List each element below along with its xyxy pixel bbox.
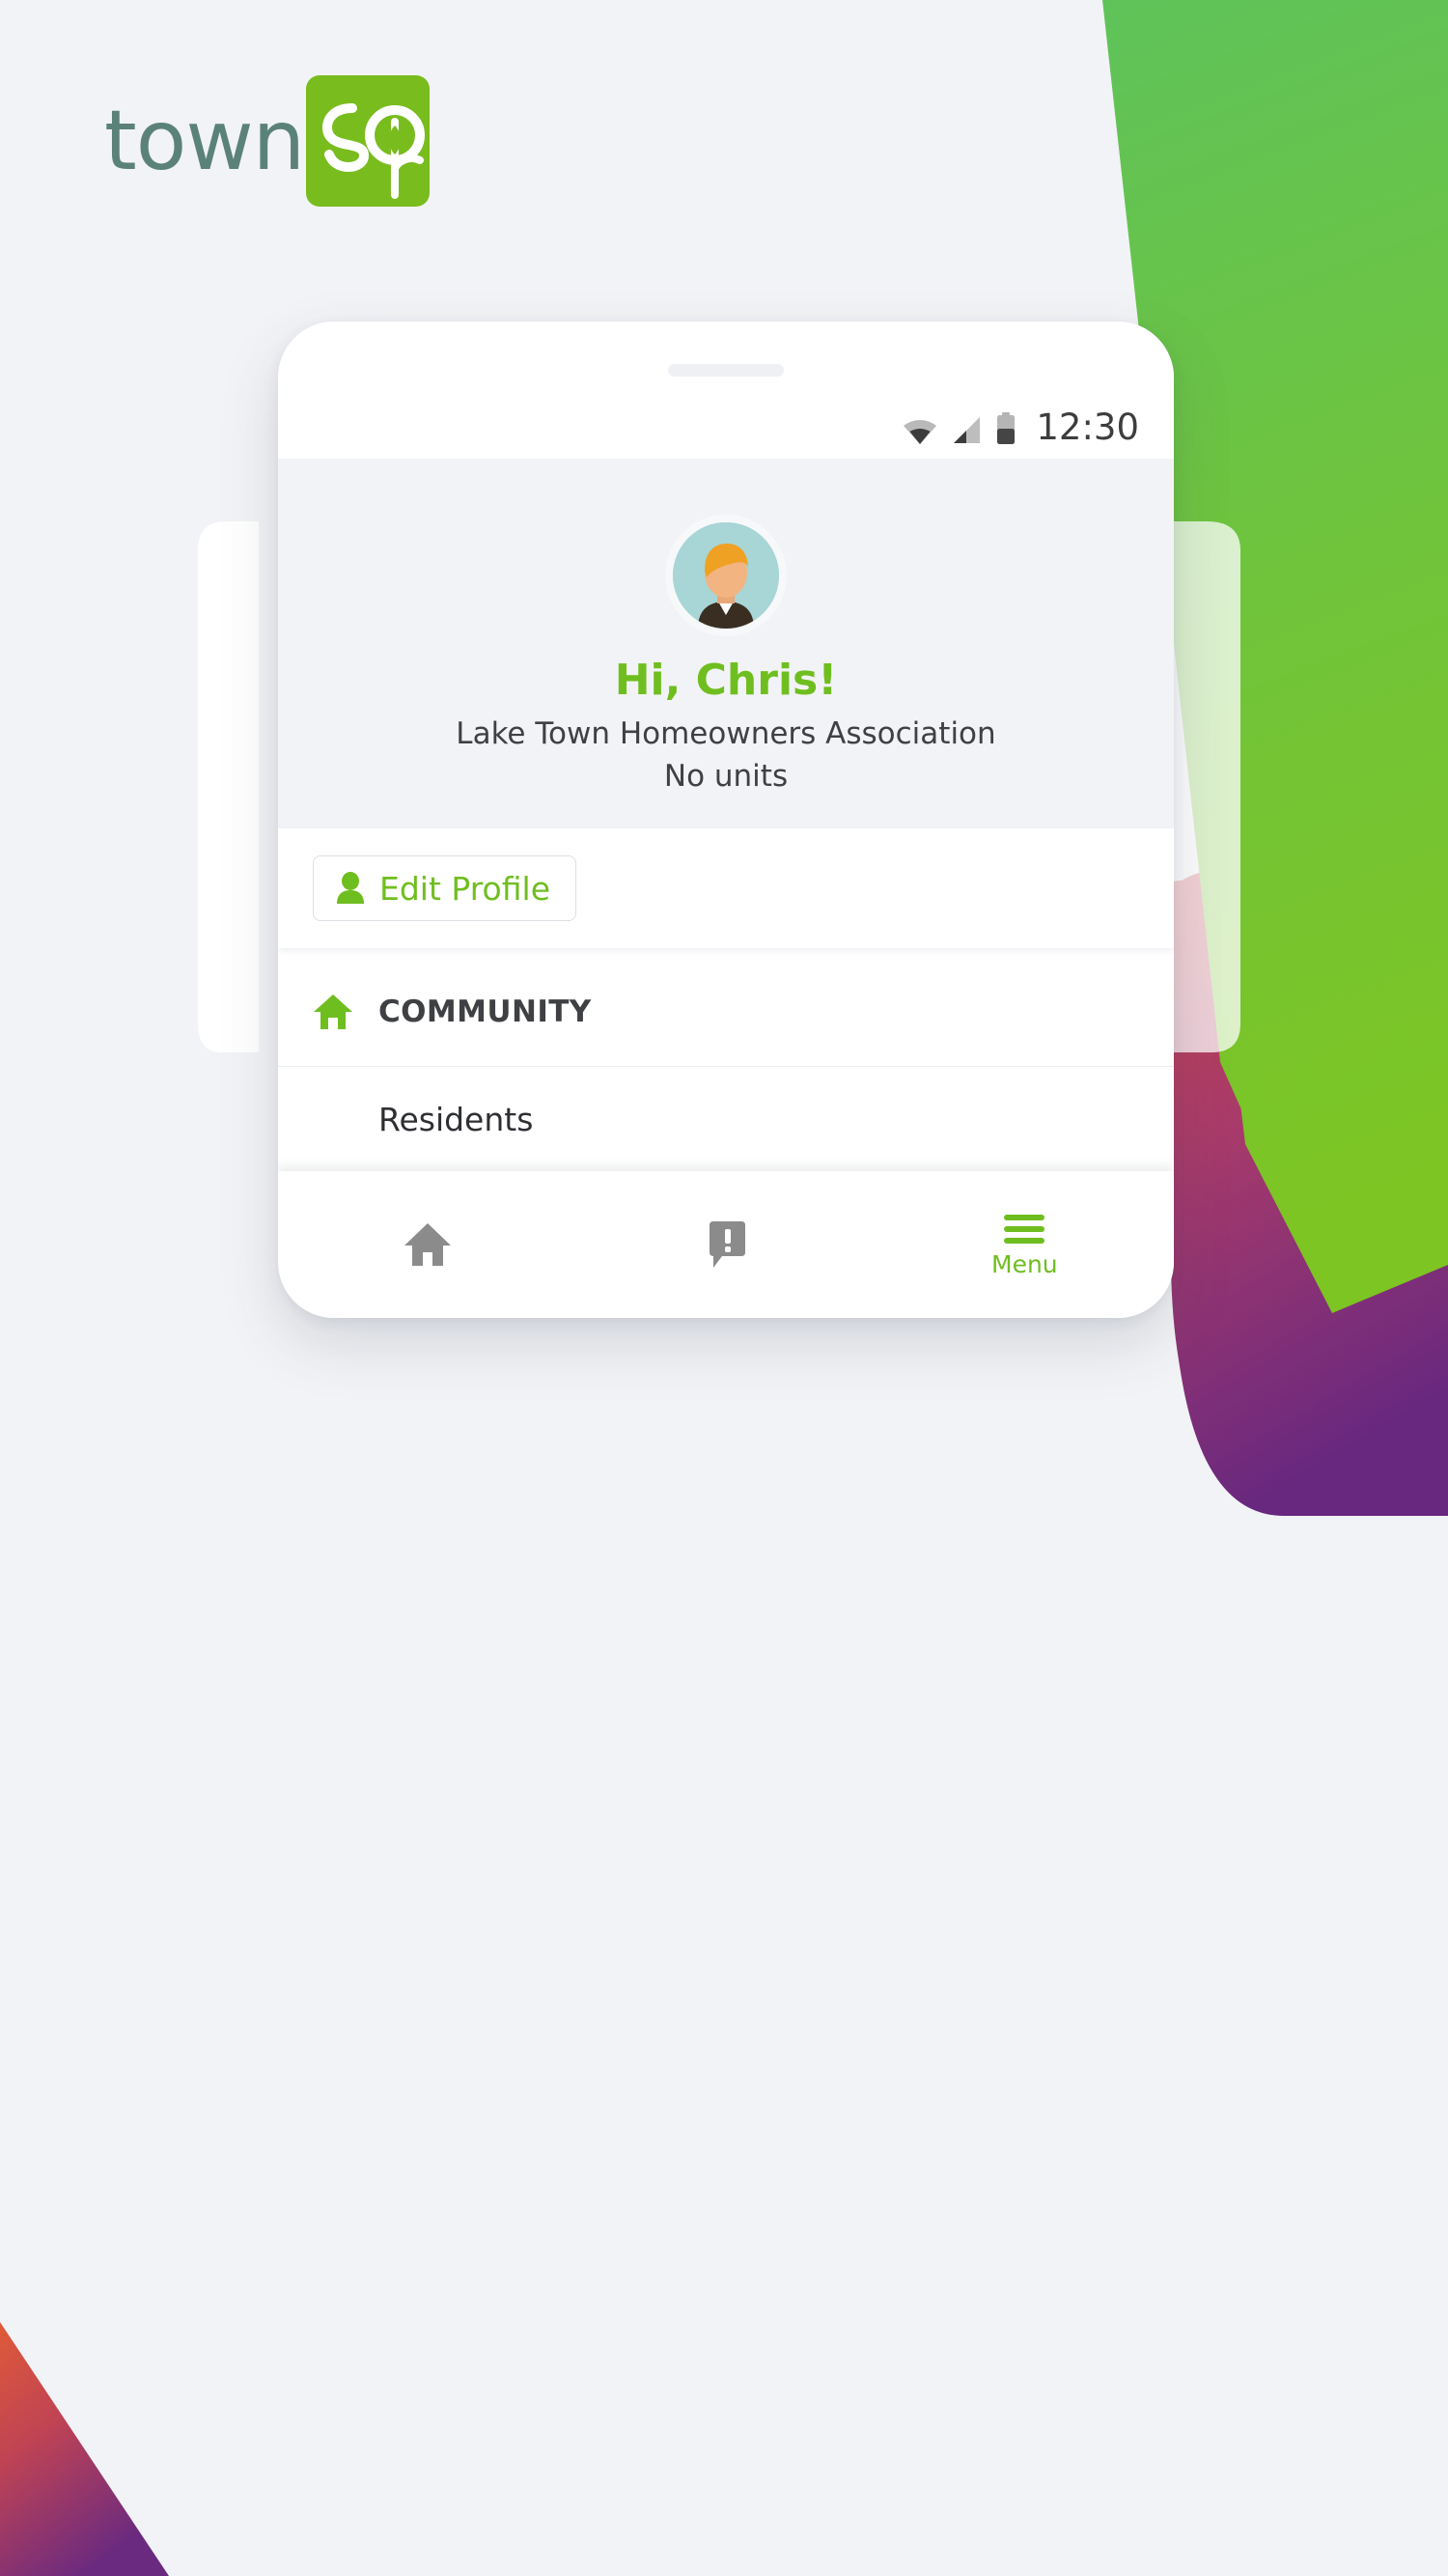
section-label: COMMUNITY: [378, 994, 592, 1029]
greeting-text: Hi, Chris!: [614, 656, 838, 705]
edit-profile-card: Edit Profile: [278, 828, 1174, 949]
phone-mockup: 12:30 Hi, Chris! Lake Town Homeowners As…: [278, 322, 1174, 1318]
tree-sprout-icon: [322, 103, 426, 199]
logo-mark-square: [306, 75, 431, 207]
menu-item-label: Residents: [378, 1101, 534, 1139]
backdrop-card-right: [1174, 521, 1240, 1052]
avatar[interactable]: [673, 522, 779, 629]
profile-header: Hi, Chris! Lake Town Homeowners Associat…: [278, 459, 1174, 829]
edit-profile-label: Edit Profile: [379, 869, 551, 908]
nav-item-menu[interactable]: Menu: [876, 1171, 1174, 1318]
status-bar: 12:30: [278, 322, 1174, 459]
alert-bubble-icon: [709, 1221, 745, 1268]
signal-icon: [954, 417, 981, 443]
battery-icon: [997, 412, 1016, 444]
home-icon: [311, 993, 355, 1031]
menu-section-community: COMMUNITY: [278, 958, 1174, 1066]
phone-speaker: [668, 364, 784, 377]
user-avatar-icon: [673, 522, 779, 629]
corner-triangle-shape: [0, 2322, 169, 2576]
home-icon: [404, 1223, 451, 1266]
backdrop-card-left: [198, 521, 259, 1052]
wifi-icon: [904, 420, 937, 444]
menu-item-residents[interactable]: Residents: [278, 1066, 1174, 1171]
association-name: Lake Town Homeowners Association: [456, 716, 996, 752]
app-screen: Hi, Chris! Lake Town Homeowners Associat…: [278, 459, 1174, 1318]
nav-item-alerts[interactable]: [576, 1171, 875, 1318]
unit-info: No units: [663, 759, 789, 795]
nav-item-home[interactable]: [278, 1171, 576, 1318]
edit-profile-button[interactable]: Edit Profile: [313, 855, 577, 922]
logo-wordmark: town: [104, 93, 305, 189]
status-time: 12:30: [1036, 406, 1139, 448]
bottom-navigation: Menu: [278, 1171, 1174, 1318]
brand-logo: town: [104, 75, 431, 207]
menu-list: COMMUNITY Residents COMMUNICATION Reques…: [278, 948, 1174, 1171]
hamburger-menu-icon: [1004, 1215, 1045, 1244]
person-icon: [337, 872, 364, 905]
nav-item-label: Menu: [991, 1250, 1058, 1278]
